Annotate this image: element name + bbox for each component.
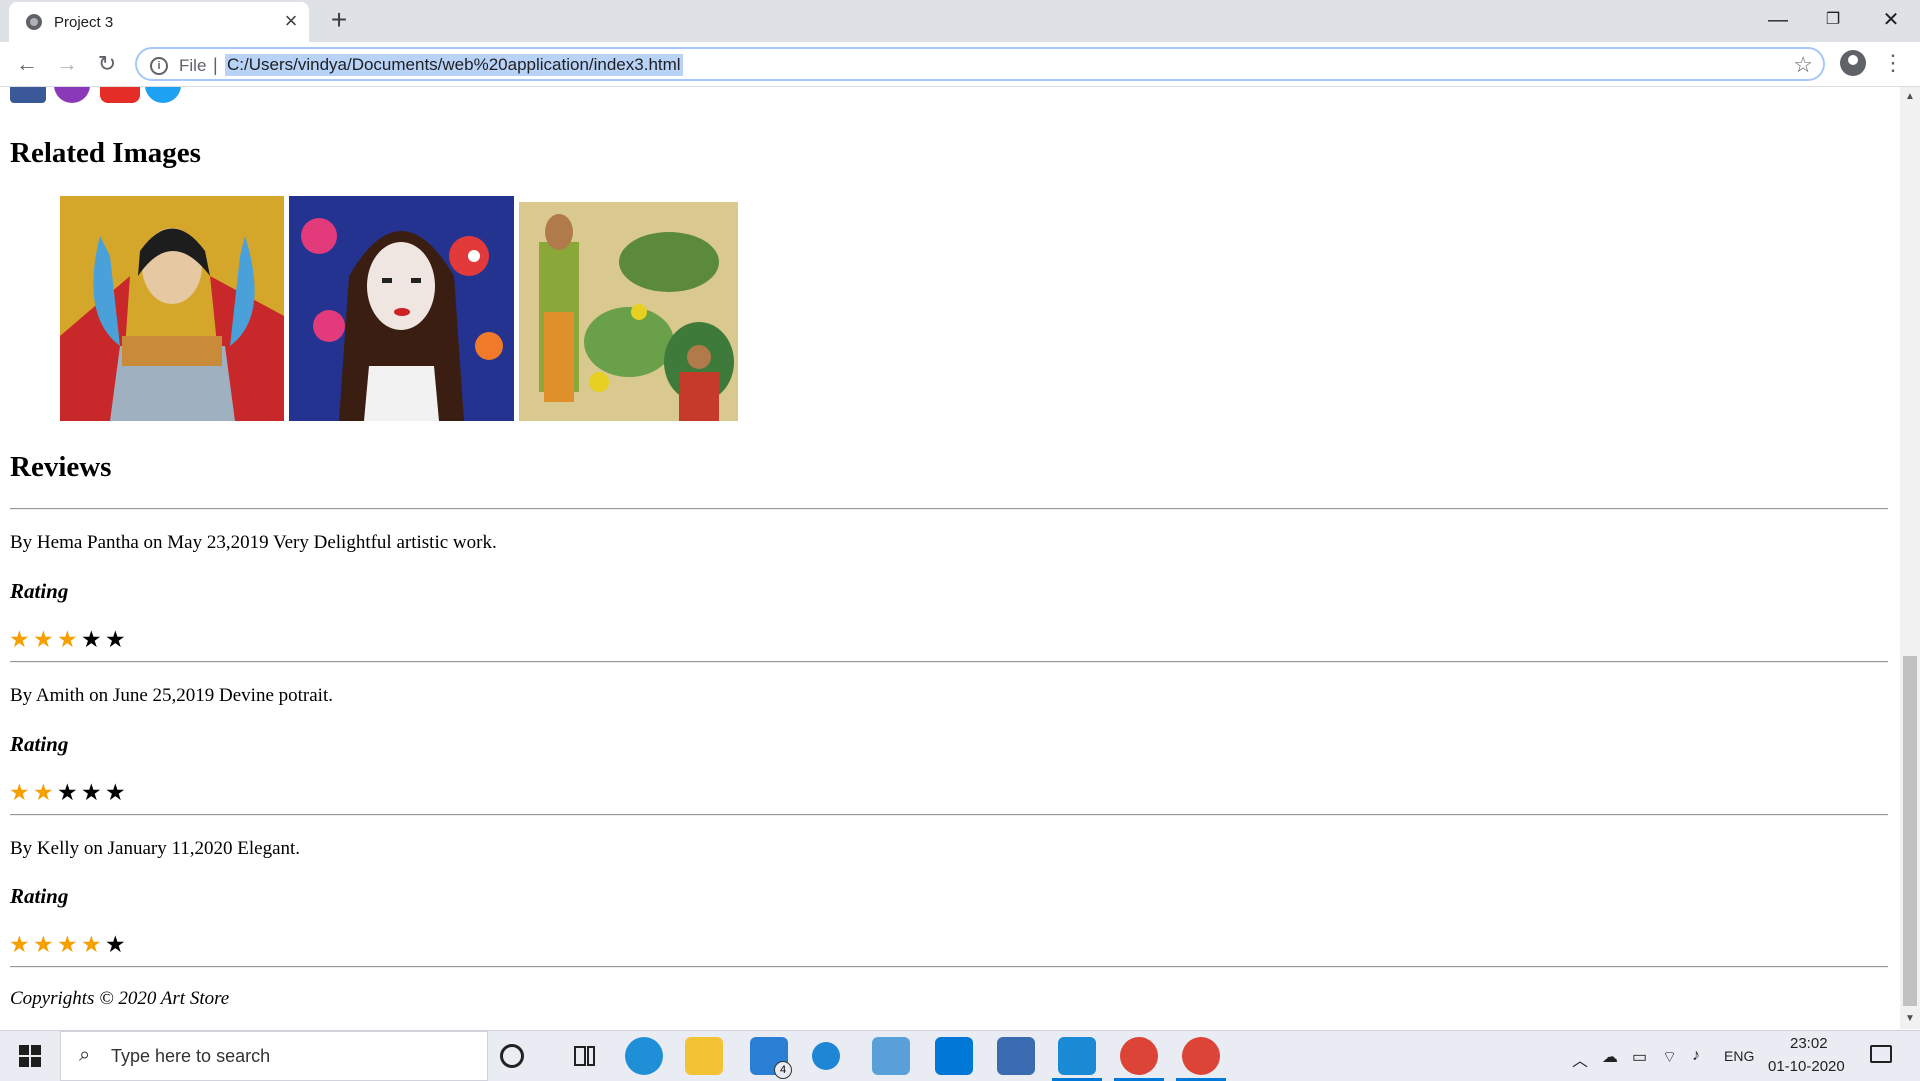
star-empty-icon: ★ [105,780,126,805]
globe-icon [26,14,42,30]
browser-tab[interactable]: Project 3 × [9,2,309,42]
start-button[interactable] [0,1031,60,1081]
wifi-icon[interactable]: ⌔ [1662,1047,1677,1067]
star-empty-icon: ★ [105,932,126,957]
app-icon[interactable] [812,1042,840,1070]
computer-icon[interactable] [872,1037,910,1075]
divider [10,814,1888,816]
star-filled-icon: ★ [33,627,54,652]
new-tab-button[interactable]: + [325,6,353,34]
rating-label: Rating [10,884,69,908]
file-explorer-icon[interactable] [685,1037,723,1075]
star-filled-icon: ★ [9,780,30,805]
related-image-1[interactable] [60,196,284,421]
review-text: By Kelly on January 11,2020 Elegant. [10,838,301,859]
review-text: By Amith on June 25,2019 Devine potrait. [10,685,333,706]
rating-label: Rating [10,579,69,603]
task-view-icon[interactable] [565,1037,603,1075]
star-filled-icon: ★ [57,627,78,652]
star-filled-icon: ★ [9,627,30,652]
window-close-button[interactable]: ✕ [1868,4,1914,36]
bookmark-star-icon[interactable]: ☆ [1793,52,1813,78]
twitter-icon[interactable] [145,87,181,103]
clock-time[interactable]: 23:02 [1790,1035,1828,1052]
mail-badge: 4 [774,1061,792,1079]
file-scheme-label: File [179,56,207,75]
related-images-heading: Related Images [10,137,201,169]
volume-icon[interactable]: ♪ [1692,1047,1700,1065]
scroll-down-arrow-icon[interactable]: ▼ [1900,1009,1920,1029]
battery-icon[interactable]: ▭ [1632,1047,1647,1067]
search-icon: ⌕ [79,1044,91,1066]
notification-center-icon[interactable] [1870,1045,1892,1063]
scroll-up-arrow-icon[interactable]: ▲ [1900,87,1920,107]
chrome-icon[interactable] [1176,1037,1226,1081]
star-filled-icon: ★ [81,932,102,957]
star-filled-icon: ★ [57,932,78,957]
vertical-scrollbar[interactable]: ▲ ▼ [1900,87,1920,1029]
browser-tab-strip: Project 3 × + — ❐ ✕ [0,0,1920,42]
onedrive-icon[interactable]: ☁ [1602,1047,1618,1067]
divider [10,966,1888,968]
star-empty-icon: ★ [81,780,102,805]
vscode-icon[interactable] [1052,1037,1102,1081]
footer-copyright: Copyrights © 2020 Art Store [10,988,230,1009]
language-indicator[interactable]: ENG [1724,1048,1754,1064]
window-minimize-button[interactable]: — [1755,4,1801,36]
youtube-icon[interactable] [100,87,140,103]
instagram-app-icon[interactable] [935,1037,973,1075]
edge-icon[interactable] [625,1037,663,1075]
star-empty-icon: ★ [57,780,78,805]
back-button[interactable]: ← [12,50,42,78]
url-text[interactable]: C:/Users/vindya/Documents/web%20applicat… [225,54,683,76]
reviews-heading: Reviews [10,451,112,483]
address-bar[interactable]: i File | C:/Users/vindya/Documents/web%2… [135,47,1825,81]
chevron-up-icon[interactable]: ︿ [1572,1047,1588,1071]
python-icon[interactable] [997,1037,1035,1075]
rating-label: Rating [10,732,69,756]
related-image-2[interactable] [289,196,514,421]
divider [10,661,1888,663]
profile-avatar-icon[interactable] [1840,50,1866,76]
star-empty-icon: ★ [81,627,102,652]
facebook-icon[interactable] [10,87,46,103]
scrollbar-thumb[interactable] [1903,656,1917,1006]
star-filled-icon: ★ [33,932,54,957]
divider [10,508,1888,510]
browser-menu-icon[interactable]: ⋮ [1882,49,1904,77]
related-image-3[interactable] [519,202,738,421]
instagram-icon[interactable] [54,87,90,103]
info-icon[interactable]: i [150,57,168,75]
tab-close-icon[interactable]: × [281,10,301,32]
page-content: Related Images Reviews By Hema Pantha on… [0,87,1900,1029]
star-empty-icon: ★ [105,627,126,652]
reload-button[interactable]: ↻ [92,50,122,78]
mail-icon[interactable]: 4 [750,1037,792,1079]
windows-taskbar: ⌕ Type here to search 4 ︿ ☁ ▭ ⌔ ♪ ENG 23… [0,1030,1920,1081]
forward-button[interactable]: → [52,50,82,78]
address-separator: | [213,55,218,75]
cortana-icon[interactable] [500,1044,524,1068]
clock-date[interactable]: 01-10-2020 [1768,1058,1845,1075]
star-filled-icon: ★ [33,780,54,805]
chrome-icon[interactable] [1114,1037,1164,1081]
taskbar-search-box[interactable]: ⌕ Type here to search [60,1031,488,1081]
star-filled-icon: ★ [9,932,30,957]
review-text: By Hema Pantha on May 23,2019 Very Delig… [10,532,497,553]
search-placeholder: Type here to search [111,1046,271,1066]
browser-toolbar: ← → ↻ i File | C:/Users/vindya/Documents… [0,42,1920,87]
window-restore-button[interactable]: ❐ [1810,4,1856,36]
tab-title: Project 3 [54,14,114,31]
